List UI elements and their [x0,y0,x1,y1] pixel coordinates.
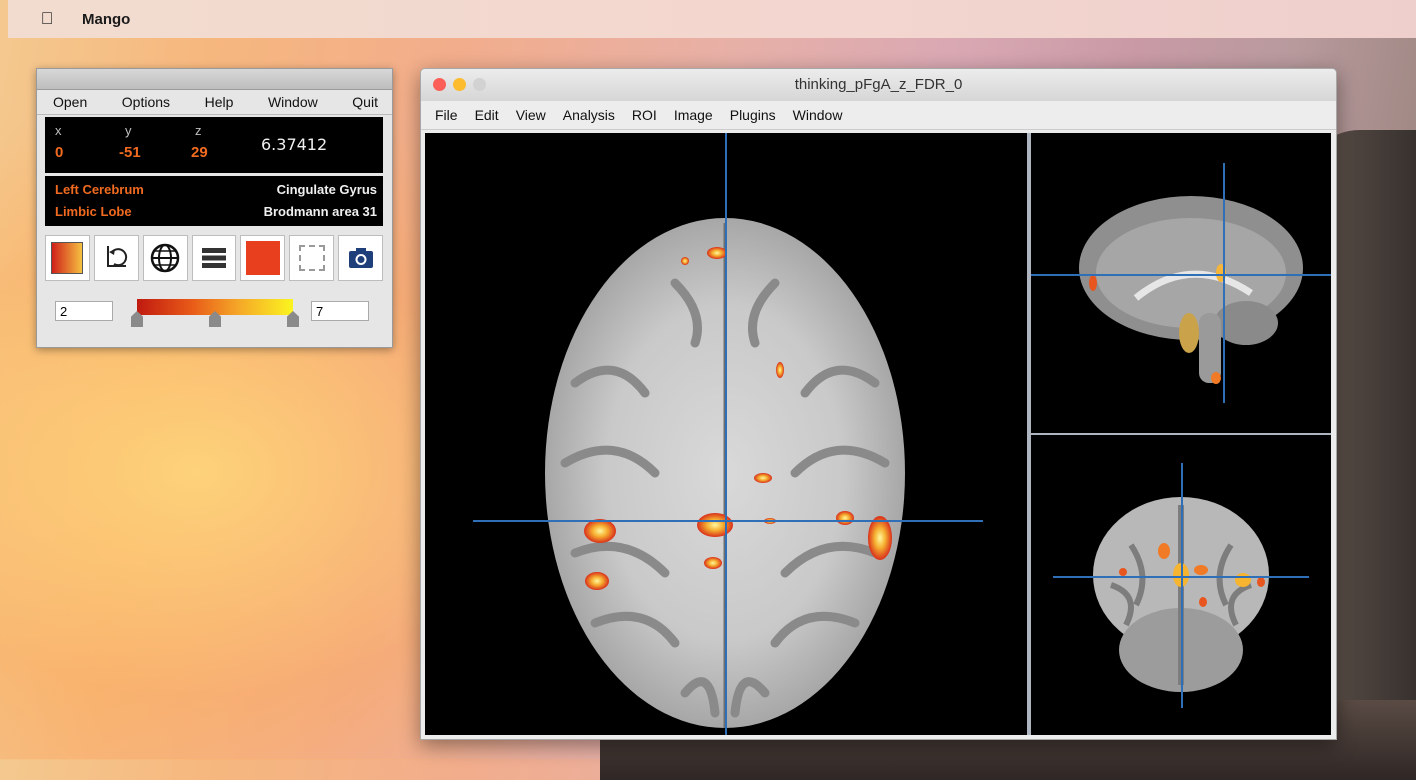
globe-button[interactable] [142,235,188,281]
brodmann-label: Brodmann area 31 [263,204,377,219]
screenshot-button[interactable] [338,235,384,281]
apple-icon[interactable]:  [36,9,58,29]
color-swatch-button[interactable] [240,235,286,281]
axial-view[interactable] [425,133,1027,735]
range-max-input[interactable]: 7 [311,301,369,321]
menu-window-main[interactable]: Window [793,107,843,123]
location-panel: Left Cerebrum Cingulate Gyrus Limbic Lob… [45,176,383,226]
coronal-crosshair-horizontal [1053,576,1309,578]
selection-button[interactable] [289,235,335,281]
toolbox-buttons [45,235,384,281]
x-value: 0 [55,144,64,161]
sagittal-crosshair-vertical [1223,163,1225,403]
toolbox-window: Open Options Help Window Quit x y z 0 -5… [36,68,393,348]
gyrus-label: Cingulate Gyrus [276,182,377,197]
camera-icon [348,248,373,268]
sagittal-crosshair-horizontal [1031,274,1331,276]
globe-icon [150,243,180,273]
viewer-titlebar[interactable]: thinking_pFgA_z_FDR_0 [421,69,1336,101]
color-swatch-icon [245,241,280,275]
lobe-label: Limbic Lobe [55,204,132,219]
menu-view[interactable]: View [516,107,546,123]
undo-icon [107,246,128,267]
menu-plugins[interactable]: Plugins [730,107,776,123]
layers-button[interactable] [191,235,237,281]
app-name-menu[interactable]: Mango [82,11,130,28]
viewer-menubar: File Edit View Analysis ROI Image Plugin… [421,101,1336,130]
sagittal-brain-image [1079,196,1303,384]
range-control: 2 7 [55,299,375,329]
z-value: 29 [191,144,208,161]
menu-help[interactable]: Help [205,94,234,110]
selection-icon [298,245,325,271]
colortable-button[interactable] [45,235,90,281]
range-min-input[interactable]: 2 [55,301,113,321]
menu-edit[interactable]: Edit [475,107,499,123]
sagittal-view[interactable] [1031,133,1331,433]
viewer-window: thinking_pFgA_z_FDR_0 File Edit View Ana… [420,68,1337,740]
menu-analysis[interactable]: Analysis [563,107,615,123]
layers-icon [202,248,226,268]
y-value: -51 [119,144,141,161]
view-area [425,133,1331,735]
menu-image[interactable]: Image [674,107,713,123]
menu-quit[interactable]: Quit [352,94,378,110]
coordinate-panel: x y z 0 -51 29 6.37412 [45,117,383,173]
menu-options[interactable]: Options [122,94,170,110]
colortable-icon [51,242,84,274]
hemisphere-label: Left Cerebrum [55,182,144,197]
undo-button[interactable] [93,235,139,281]
menu-open[interactable]: Open [53,94,87,110]
coronal-view[interactable] [1031,435,1331,735]
toolbox-menubar: Open Options Help Window Quit [37,90,392,115]
voxel-value: 6.37412 [261,135,328,154]
x-label: x [55,123,62,138]
menu-roi[interactable]: ROI [632,107,657,123]
z-label: z [195,123,202,138]
axial-crosshair-horizontal [473,520,983,522]
menu-window[interactable]: Window [268,94,318,110]
toolbox-titlebar[interactable] [37,69,392,90]
menu-file[interactable]: File [435,107,458,123]
system-menubar:  Mango [8,0,1416,38]
window-title: thinking_pFgA_z_FDR_0 [794,76,963,93]
coronal-crosshair-vertical [1181,463,1183,708]
axial-crosshair-vertical [725,133,727,735]
y-label: y [125,123,132,138]
